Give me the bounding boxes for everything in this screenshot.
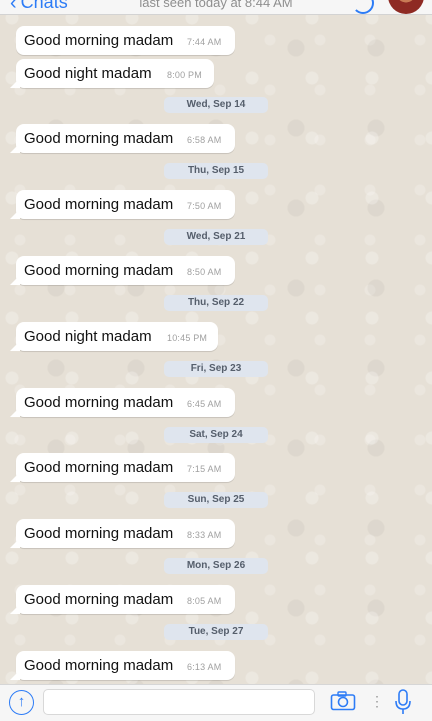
message-bubble[interactable]: Good morning madam 8:05 AM [10,585,235,614]
message-time: 7:50 AM [187,201,222,211]
message-bubble[interactable]: Good morning madam 6:13 AM [10,651,235,680]
message-input[interactable] [43,689,315,715]
message-time: 8:00 PM [167,70,202,80]
date-divider: Wed, Sep 21 [164,229,268,245]
chat-header: ‹ Chats last seen today at 8:44 AM [0,0,432,15]
message-text: Good morning madam [24,591,174,608]
message-text: Good morning madam [24,130,174,147]
message-bubble[interactable]: Good morning madam 8:33 AM [10,519,235,548]
date-divider: Wed, Sep 14 [164,97,268,113]
message-time: 8:33 AM [187,530,222,540]
phone-icon[interactable] [352,0,374,14]
message-text: Good morning madam [24,196,174,213]
message-time: 6:13 AM [187,662,222,672]
message-time: 8:50 AM [187,267,222,277]
message-text: Good morning madam [24,32,174,49]
message-text: Good morning madam [24,657,174,674]
message-time: 7:44 AM [187,37,222,47]
message-time: 8:05 AM [187,596,222,606]
message-bubble[interactable]: Good morning madam 7:44 AM [16,26,235,55]
date-divider: Thu, Sep 22 [164,295,268,311]
upload-button[interactable]: ↑ [9,690,34,715]
camera-icon[interactable] [330,691,356,716]
avatar[interactable] [388,0,424,14]
message-list[interactable]: Good morning madam 7:44 AM Good night ma… [0,0,432,684]
input-bar: ↑ ⋮ [0,684,432,721]
date-divider: Thu, Sep 15 [164,163,268,179]
message-time: 6:45 AM [187,399,222,409]
message-bubble[interactable]: Good morning madam 7:15 AM [10,453,235,482]
message-text: Good night madam [24,65,152,82]
message-bubble[interactable]: Good night madam 8:00 PM [10,59,214,88]
message-bubble[interactable]: Good morning madam 7:50 AM [10,190,235,219]
message-time: 6:58 AM [187,135,222,145]
message-text: Good morning madam [24,525,174,542]
arrow-up-icon: ↑ [17,693,26,710]
date-divider: Fri, Sep 23 [164,361,268,377]
message-bubble[interactable]: Good morning madam 6:45 AM [10,388,235,417]
message-time: 10:45 PM [167,333,208,343]
date-divider: Sat, Sep 24 [164,427,268,443]
message-time: 7:15 AM [187,464,222,474]
message-bubble[interactable]: Good morning madam 8:50 AM [10,256,235,285]
message-bubble[interactable]: Good morning madam 6:58 AM [10,124,235,153]
dots-icon[interactable]: ⋮ [370,691,384,711]
date-divider: Mon, Sep 26 [164,558,268,574]
message-text: Good morning madam [24,394,174,411]
date-divider: Tue, Sep 27 [164,624,268,640]
message-bubble[interactable]: Good night madam 10:45 PM [10,322,218,351]
microphone-icon[interactable] [394,688,412,721]
date-divider: Sun, Sep 25 [164,492,268,508]
message-text: Good night madam [24,328,152,345]
message-text: Good morning madam [24,459,174,476]
message-text: Good morning madam [24,262,174,279]
